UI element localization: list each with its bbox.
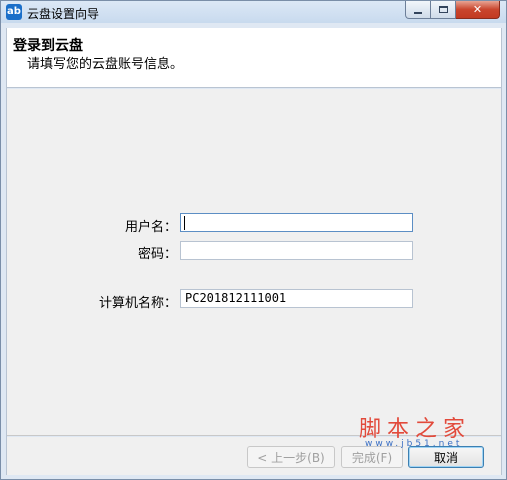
password-field[interactable] (180, 241, 413, 260)
back-button[interactable]: < 上一步(B) (247, 446, 335, 468)
username-field[interactable] (180, 213, 413, 232)
title-bar[interactable]: ab 云盘设置向导 ✕ (1, 1, 506, 23)
computer-name-label: 计算机名称： (98, 296, 177, 311)
page-title: 登录到云盘 (13, 38, 83, 54)
username-label: 用户名： (124, 220, 177, 235)
minimize-button[interactable] (405, 1, 431, 19)
setup-wizard-window: ab 云盘设置向导 ✕ 登录到云盘 请填写您的云盘账号信息。 用户名： 密码： (0, 0, 507, 480)
cloud-drive-app-icon: ab (6, 4, 22, 20)
wizard-content: 用户名： 密码： 计算机名称： PC201812111001 (7, 89, 501, 436)
text-caret (184, 216, 185, 230)
maximize-icon (438, 6, 448, 13)
close-button[interactable]: ✕ (456, 1, 500, 19)
page-subtitle: 请填写您的云盘账号信息。 (27, 57, 184, 72)
minimize-icon (414, 11, 422, 14)
computer-name-value: PC201812111001 (185, 291, 287, 305)
close-icon: ✕ (472, 3, 483, 16)
maximize-button[interactable] (431, 1, 456, 19)
password-label: 密码： (137, 247, 177, 262)
wizard-header: 登录到云盘 请填写您的云盘账号信息。 (7, 28, 501, 88)
watermark-url: www.jb51.net (365, 439, 463, 449)
computer-name-field[interactable]: PC201812111001 (180, 289, 413, 308)
watermark-logo: 脚本之家 www.jb51.net (359, 411, 489, 451)
divider (501, 28, 502, 475)
window-title: 云盘设置向导 (27, 7, 100, 21)
window-controls: ✕ (405, 1, 500, 19)
